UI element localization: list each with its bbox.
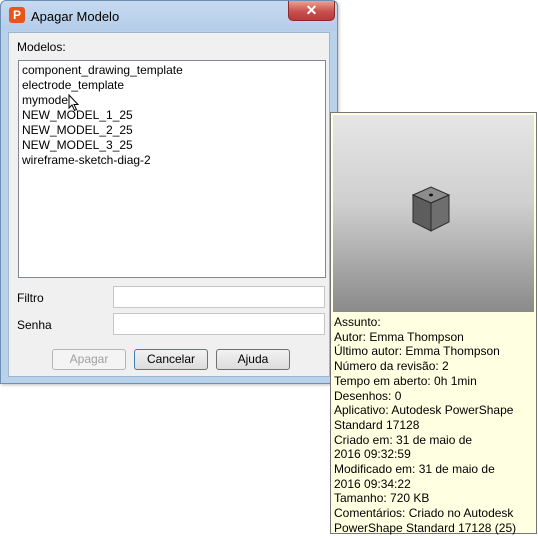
list-item[interactable]: component_drawing_template — [22, 63, 322, 78]
list-item[interactable]: mymodel — [22, 93, 322, 108]
models-listbox[interactable]: component_drawing_template electrode_tem… — [18, 60, 326, 278]
list-item[interactable]: NEW_MODEL_3_25 — [22, 138, 322, 153]
title-bar[interactable]: P Apagar Modelo ✕ — [1, 1, 337, 31]
tooltip-line-created-cont: 2016 09:32:59 — [334, 447, 411, 462]
models-label: Modelos: — [17, 40, 66, 54]
tooltip-line-size: Tamanho: 720 KB — [334, 491, 430, 506]
delete-button[interactable]: Apagar — [52, 349, 126, 370]
tooltip-line-created: Criado em: 31 de maio de — [334, 432, 473, 447]
password-label: Senha — [17, 318, 52, 332]
tooltip-line-comments-cont: PowerShape Standard 17128 (25) — [334, 520, 517, 535]
list-item[interactable]: wireframe-sketch-diag-2 — [22, 153, 322, 168]
powershape-app-icon: P — [9, 7, 25, 23]
tooltip-line-modified: Modificado em: 31 de maio de — [334, 462, 495, 477]
model-preview-thumbnail — [333, 115, 534, 312]
delete-model-dialog: P Apagar Modelo ✕ Modelos: component_dra… — [0, 0, 338, 384]
tooltip-line-comments: Comentários: Criado no Autodesk — [334, 506, 514, 521]
tooltip-line-modified-cont: 2016 09:34:22 — [334, 476, 411, 491]
password-input[interactable] — [113, 313, 325, 335]
model-info-tooltip: Assunto: Autor: Emma Thompson Último aut… — [330, 112, 537, 536]
list-item[interactable]: NEW_MODEL_2_25 — [22, 123, 322, 138]
tooltip-line-author: Autor: Emma Thompson — [334, 329, 464, 344]
tooltip-details: Assunto: Autor: Emma Thompson Último aut… — [334, 315, 534, 536]
window-title: Apagar Modelo — [31, 9, 120, 24]
tooltip-line-last-author: Último autor: Emma Thompson — [334, 344, 500, 359]
cube-model-icon — [411, 186, 451, 232]
list-item[interactable]: NEW_MODEL_1_25 — [22, 108, 322, 123]
filter-input[interactable] — [113, 286, 325, 308]
tooltip-line-open-time: Tempo em aberto: 0h 1min — [334, 373, 477, 388]
dialog-client-area: Modelos: component_drawing_template elec… — [8, 32, 330, 377]
list-item[interactable]: electrode_template — [22, 78, 322, 93]
tooltip-line-revision: Número da revisão: 2 — [334, 359, 449, 374]
cancel-button[interactable]: Cancelar — [134, 349, 208, 370]
filter-label: Filtro — [17, 291, 44, 305]
tooltip-line-application: Aplicativo: Autodesk PowerShape — [334, 403, 514, 418]
mouse-cursor-icon — [68, 94, 80, 112]
tooltip-line-application-cont: Standard 17128 — [334, 417, 420, 432]
close-button[interactable]: ✕ — [288, 1, 335, 21]
tooltip-line-subject: Assunto: — [334, 315, 381, 329]
help-button[interactable]: Ajuda — [216, 349, 290, 370]
tooltip-line-drawings: Desenhos: 0 — [334, 388, 402, 403]
